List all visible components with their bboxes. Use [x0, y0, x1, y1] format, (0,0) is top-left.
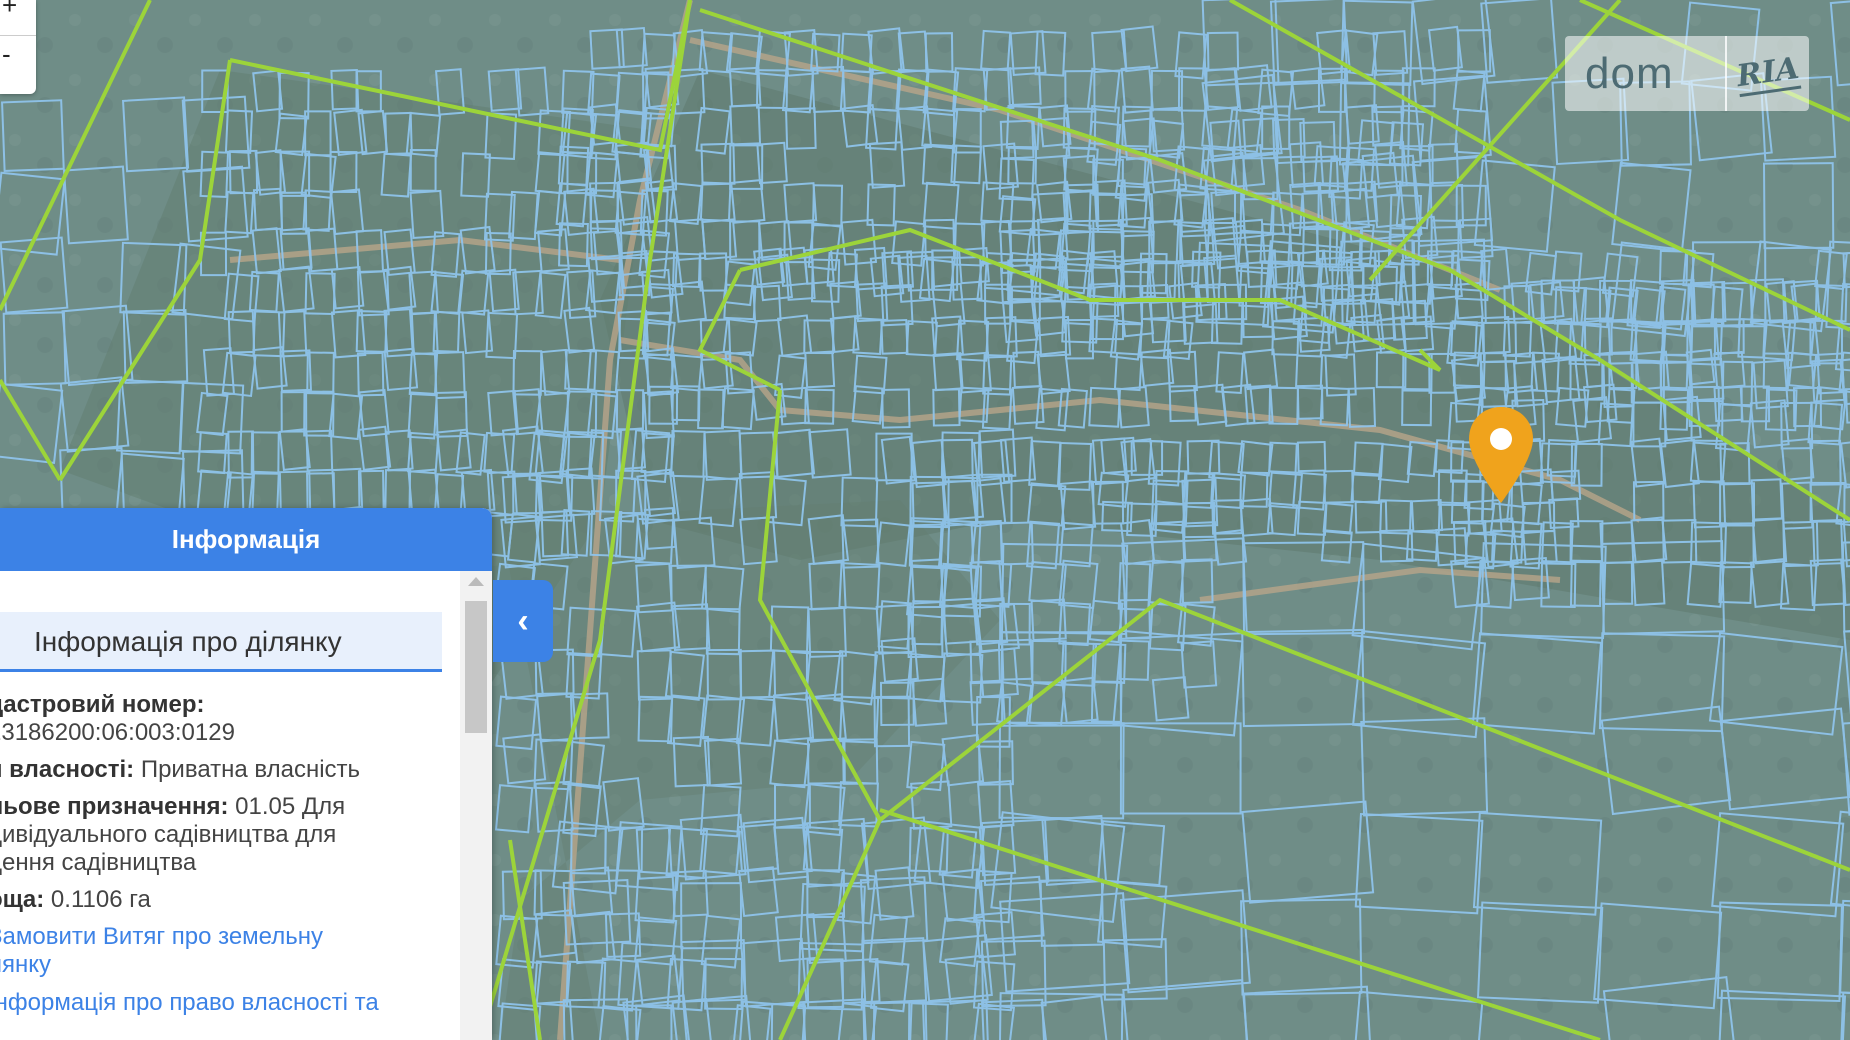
area-row: ощa: 0.1106 га: [0, 886, 460, 914]
cadastral-row: дастровий номер: 23186200:06:003:0129: [0, 691, 460, 747]
order-extract-link[interactable]: Замовити Витяг про земельнулянку: [0, 923, 460, 979]
zoom-out-button[interactable]: -: [0, 36, 36, 83]
logo-dom-text: dom: [1585, 48, 1674, 98]
purpose-label: льове призначення:: [0, 793, 229, 820]
purpose-value: 01.05 Для: [235, 793, 346, 820]
scroll-thumb[interactable]: [465, 601, 487, 733]
zoom-in-button[interactable]: +: [0, 0, 36, 36]
purpose-row: льове призначення: 01.05 Для дивідуальног…: [0, 793, 460, 877]
order-extract-line2: лянку: [0, 951, 52, 978]
info-panel: Інформація Інформація про ділянку дастро…: [0, 508, 492, 1040]
order-extract-line1: Замовити Витяг про земельну: [0, 923, 323, 950]
panel-scrollbar[interactable]: [460, 571, 492, 1040]
collapse-panel-button[interactable]: ‹: [493, 580, 553, 662]
scroll-up-icon[interactable]: [468, 577, 484, 586]
parcel-fields: дастровий номер: 23186200:06:003:0129 п в…: [0, 691, 460, 1017]
panel-title: Інформація: [0, 508, 492, 571]
ownership-label: п власності:: [0, 756, 135, 783]
purpose-line2: дивідуального садівництва для: [0, 821, 337, 848]
ownership-info-line1: Інформація про право власності та: [0, 989, 379, 1016]
panel-body: Інформація про ділянку дастровий номер: 2…: [0, 571, 460, 1040]
domria-logo: dom RIA: [1565, 36, 1809, 111]
ownership-value: Приватна власність: [140, 756, 361, 783]
purpose-line3: дення садівництва: [0, 849, 197, 876]
parcel-info-heading: Інформація про ділянку: [0, 612, 442, 672]
area-value: 0.1106 га: [50, 886, 151, 913]
logo-ria-text: RIA: [1734, 50, 1802, 97]
cadastral-label: дастровий номер:: [0, 691, 205, 718]
location-marker-icon[interactable]: [1466, 405, 1536, 505]
ownership-row: п власності: Приватна власність: [0, 756, 460, 784]
logo-ria: RIA: [1727, 50, 1809, 97]
area-label: ощa:: [0, 886, 45, 913]
zoom-control: + -: [0, 0, 36, 94]
ownership-info-link[interactable]: Інформація про право власності та: [0, 989, 460, 1017]
cadastral-value: 23186200:06:003:0129: [0, 719, 235, 746]
chevron-left-icon: ‹: [517, 601, 529, 640]
